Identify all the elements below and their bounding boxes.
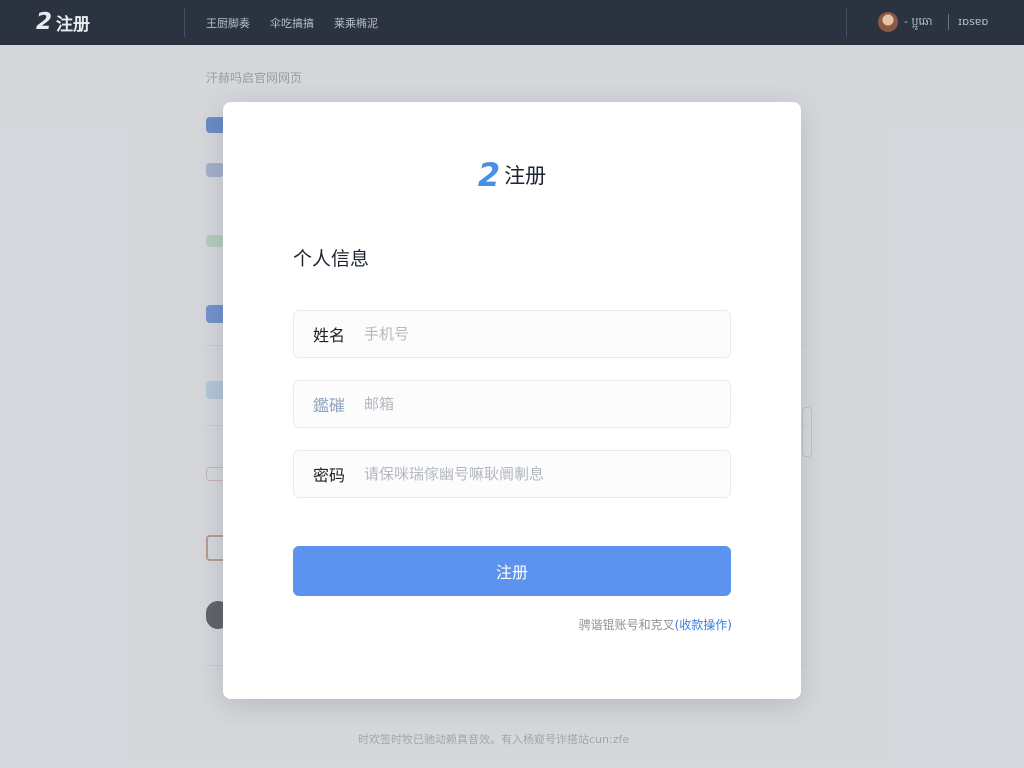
user-menu[interactable]: ɪɒsɐɒ (958, 15, 988, 28)
email-input[interactable] (364, 382, 730, 426)
logo-icon: 2 (36, 9, 53, 35)
name-label: 姓名 (312, 326, 345, 345)
logo-icon: 2 (477, 156, 500, 194)
nav-item-1[interactable]: 王厨脚奏 (206, 15, 250, 31)
avatar[interactable] (878, 12, 898, 32)
top-navbar: 2 注册 王厨脚奏 伞吃搞搞 莱乘椭泥 - ប្អូឆោ ɪɒsɐɒ (0, 0, 1024, 45)
footnote-text: 骋谐锟账号和克叉 (578, 618, 675, 632)
modal-header: 2 注册 (223, 156, 801, 194)
brand[interactable]: 2 注册 (36, 9, 90, 35)
nav-divider (184, 8, 185, 37)
email-field: 鑑磪 (293, 380, 731, 428)
footnote: 骋谐锟账号和克叉(收款操作) (579, 616, 732, 633)
nav-divider (846, 8, 847, 37)
password-input[interactable] (364, 452, 730, 496)
name-field: 姓名 (293, 310, 731, 358)
nav-item-3[interactable]: 莱乘椭泥 (334, 15, 378, 31)
section-title: 个人信息 (293, 248, 370, 270)
user-divider (948, 14, 949, 30)
footnote-link[interactable]: (收款操作) (675, 618, 732, 632)
register-modal: 2 注册 个人信息 姓名 鑑磪 密码 注册 骋谐锟账号和克叉(收款操作) (223, 102, 801, 699)
password-label: 密码 (312, 466, 345, 485)
name-input[interactable] (364, 312, 730, 356)
register-button[interactable]: 注册 (293, 546, 731, 596)
email-label: 鑑磪 (312, 396, 345, 415)
nav-item-2[interactable]: 伞吃搞搞 (270, 15, 314, 31)
modal-title: 注册 (504, 164, 547, 188)
password-field: 密码 (293, 450, 731, 498)
app-title: 注册 (56, 14, 91, 35)
user-name[interactable]: - ប្អូឆោ (904, 15, 932, 31)
